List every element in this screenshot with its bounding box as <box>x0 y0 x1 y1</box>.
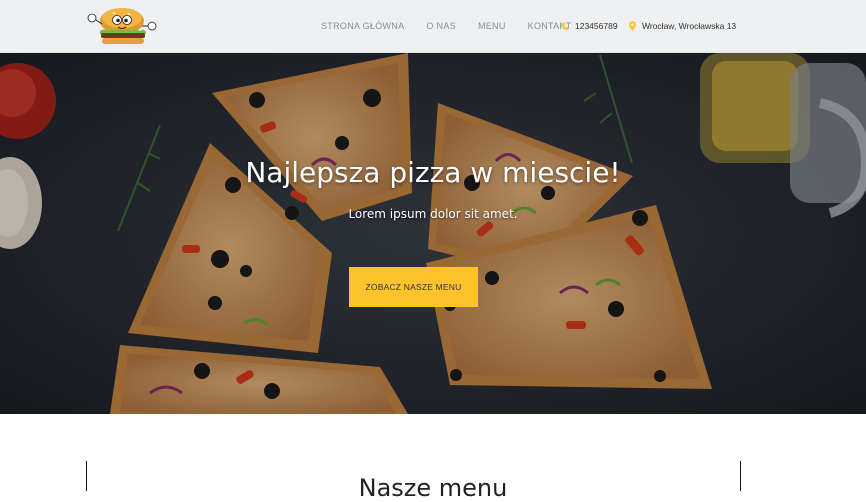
main-nav: STRONA GŁÓWNA O NAS MENU KONTAKT <box>321 0 594 52</box>
map-pin-icon <box>629 21 636 31</box>
phone-icon <box>561 22 569 30</box>
contact-address[interactable]: Wrocław, Wrocławska 13 <box>629 0 736 52</box>
contact-phone[interactable]: 123456789 <box>561 0 618 52</box>
hero-subtitle: Lorem ipsum dolor sit amet. <box>348 207 518 221</box>
burger-logo-icon[interactable] <box>84 4 158 46</box>
address-text: Wrocław, Wrocławska 13 <box>642 21 737 31</box>
phone-number: 123456789 <box>575 21 618 31</box>
menu-section: Nasze menu <box>0 414 866 502</box>
nav-link-home[interactable]: STRONA GŁÓWNA <box>321 21 404 31</box>
pizza-background-image <box>0 53 866 414</box>
nav-link-menu[interactable]: MENU <box>478 21 506 31</box>
navbar: STRONA GŁÓWNA O NAS MENU KONTAKT 1234567… <box>0 0 866 53</box>
see-menu-button[interactable]: ZOBACZ NASZE MENU <box>349 267 478 307</box>
menu-section-title: Nasze menu <box>358 474 508 502</box>
hero-banner: Najlepsza pizza w miescie! Lorem ipsum d… <box>0 53 866 414</box>
nav-link-about[interactable]: O NAS <box>426 21 456 31</box>
hero-title: Najlepsza pizza w miescie! <box>245 156 621 189</box>
